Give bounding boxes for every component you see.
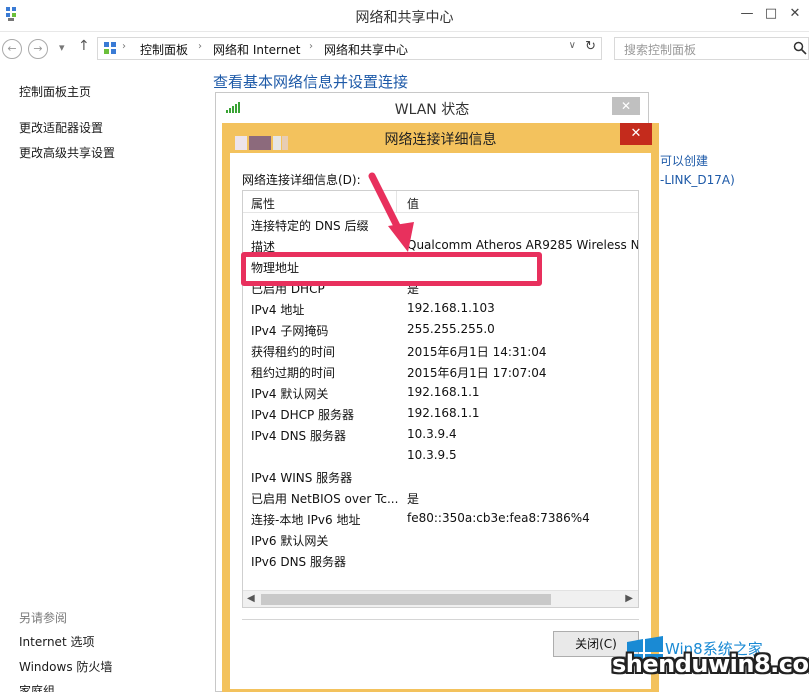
row-value: 10.3.9.4 xyxy=(407,427,457,441)
row-property: 已启用 NetBIOS over Tc... xyxy=(251,492,399,506)
sidebar-item-advanced-sharing[interactable]: 更改高级共享设置 xyxy=(19,144,115,161)
breadcrumb-control-panel[interactable]: 控制面板 xyxy=(140,41,188,58)
window-title: 网络和共享中心 xyxy=(355,10,454,26)
watermark-domain: shenduwin8.com xyxy=(612,650,809,678)
row-property: IPv6 默认网关 xyxy=(251,534,329,548)
network-name-link[interactable]: -LINK_D17A) xyxy=(660,173,735,187)
details-list-label: 网络连接详细信息(D): xyxy=(242,173,361,187)
dialog-body: 网络连接详细信息(D): 属性 值 连接特定的 DNS 后缀 描述 Qualcomm… xyxy=(230,153,651,689)
table-row[interactable]: IPv4 地址 192.168.1.103 xyxy=(243,297,638,318)
breadcrumb-network-sharing-center[interactable]: 网络和共享中心 xyxy=(324,41,408,58)
row-property: IPv4 地址 xyxy=(251,303,305,317)
sidebar-item-internet-options[interactable]: Internet 选项 xyxy=(19,633,94,650)
table-row[interactable]: IPv4 DHCP 服务器 192.168.1.1 xyxy=(243,402,638,423)
row-property: IPv4 DHCP 服务器 xyxy=(251,408,355,422)
row-property: 连接-本地 IPv6 地址 xyxy=(251,513,361,527)
row-value: 2015年6月1日 17:07:04 xyxy=(407,366,547,380)
close-icon[interactable]: ✕ xyxy=(782,4,808,24)
table-row[interactable]: 获得租约的时间 2015年6月1日 14:31:04 xyxy=(243,339,638,360)
list-header: 属性 值 xyxy=(243,191,638,213)
table-row[interactable]: 租约过期的时间 2015年6月1日 17:07:04 xyxy=(243,360,638,381)
table-row[interactable]: 10.3.9.5 xyxy=(243,444,638,465)
table-row[interactable]: IPv6 默认网关 xyxy=(243,528,638,549)
navigation-bar: ← → ▾ ↑ › 控制面板 › 网络和 Internet › 网络和共享中心 … xyxy=(0,33,809,63)
sidebar-item-windows-firewall[interactable]: Windows 防火墙 xyxy=(19,658,112,675)
divider xyxy=(242,619,639,620)
row-property: IPv4 WINS 服务器 xyxy=(251,471,353,485)
row-value: 192.168.1.1 xyxy=(407,406,480,420)
column-header-property[interactable]: 属性 xyxy=(251,195,275,212)
row-property: 获得租约的时间 xyxy=(251,345,336,359)
annotation-arrow-icon xyxy=(368,172,414,252)
row-property: 租约过期的时间 xyxy=(251,366,336,380)
back-icon[interactable]: ← xyxy=(2,39,22,59)
table-row[interactable]: IPv6 DNS 服务器 xyxy=(243,549,638,570)
scroll-right-icon[interactable]: ▶ xyxy=(625,593,633,604)
scrollbar-thumb[interactable] xyxy=(261,594,551,605)
minimize-icon[interactable]: — xyxy=(734,4,760,24)
row-property: IPv4 子网掩码 xyxy=(251,324,329,338)
up-arrow-icon[interactable]: ↑ xyxy=(78,38,90,54)
row-property: IPv6 DNS 服务器 xyxy=(251,555,346,569)
row-value: 192.168.1.1 xyxy=(407,385,480,399)
row-value: 255.255.255.0 xyxy=(407,322,495,336)
row-value: fe80::350a:cb3e:fea8:7386%4 xyxy=(407,511,590,525)
search-input[interactable]: 搜索控制面板 xyxy=(614,37,809,60)
recent-locations-chevron-icon[interactable]: ▾ xyxy=(59,41,65,54)
refresh-icon[interactable]: ↻ xyxy=(585,39,596,54)
see-also-heading: 另请参阅 xyxy=(19,611,68,625)
row-property: IPv4 DNS 服务器 xyxy=(251,429,346,443)
table-row[interactable]: IPv4 默认网关 192.168.1.1 xyxy=(243,381,638,402)
horizontal-scrollbar[interactable]: ◀ ▶ xyxy=(243,590,638,607)
row-value: 10.3.9.5 xyxy=(407,448,457,462)
table-row[interactable]: 连接-本地 IPv6 地址 fe80::350a:cb3e:fea8:7386%4 xyxy=(243,507,638,528)
network-details-dialog: 网络连接详细信息 ✕ 网络连接详细信息(D): 属性 值 连接特定的 DNS 后… xyxy=(222,123,659,692)
setup-connection-link[interactable]: 可以创建 xyxy=(660,152,708,169)
sidebar-item-control-panel-home[interactable]: 控制面板主页 xyxy=(19,83,91,100)
redacted-mac-address xyxy=(235,136,305,150)
table-row[interactable]: IPv4 子网掩码 255.255.255.0 xyxy=(243,318,638,339)
wlan-status-title: WLAN 状态 xyxy=(394,102,470,118)
table-row[interactable]: 连接特定的 DNS 后缀 xyxy=(243,213,638,234)
breadcrumb-separator-icon: › xyxy=(122,41,126,52)
close-icon[interactable]: ✕ xyxy=(620,123,652,145)
maximize-icon[interactable]: □ xyxy=(758,4,784,24)
table-row[interactable]: 已启用 NetBIOS over Tc... 是 xyxy=(243,486,638,507)
breadcrumb-separator-icon: › xyxy=(198,41,202,52)
page-title: 查看基本网络信息并设置连接 xyxy=(213,73,409,91)
row-value: 是 xyxy=(407,492,420,506)
control-panel-icon xyxy=(104,42,116,54)
row-value: 2015年6月1日 14:31:04 xyxy=(407,345,547,359)
wlan-status-titlebar: WLAN 状态 ✕ xyxy=(216,93,648,123)
row-property: IPv4 默认网关 xyxy=(251,387,329,401)
close-icon[interactable]: ✕ xyxy=(612,97,640,115)
breadcrumb-separator-icon: › xyxy=(309,41,313,52)
scroll-left-icon[interactable]: ◀ xyxy=(247,593,255,604)
sidebar-item-adapter-settings[interactable]: 更改适配器设置 xyxy=(19,119,103,136)
row-value: Qualcomm Atheros AR9285 Wireless Ne xyxy=(407,238,639,252)
table-row[interactable]: IPv4 DNS 服务器 10.3.9.4 xyxy=(243,423,638,444)
address-dropdown-icon[interactable]: ∨ xyxy=(569,40,576,51)
search-icon[interactable] xyxy=(793,41,807,55)
row-value: 192.168.1.103 xyxy=(407,301,495,315)
forward-icon[interactable]: → xyxy=(28,39,48,59)
sidebar-item-homegroup[interactable]: 家庭组 xyxy=(19,682,55,692)
table-row[interactable]: IPv4 WINS 服务器 xyxy=(243,465,638,486)
address-bar[interactable]: › 控制面板 › 网络和 Internet › 网络和共享中心 ∨ ↻ xyxy=(97,37,602,60)
breadcrumb-network-internet[interactable]: 网络和 Internet xyxy=(213,41,300,58)
window-titlebar: 网络和共享中心 — □ ✕ xyxy=(0,0,809,32)
